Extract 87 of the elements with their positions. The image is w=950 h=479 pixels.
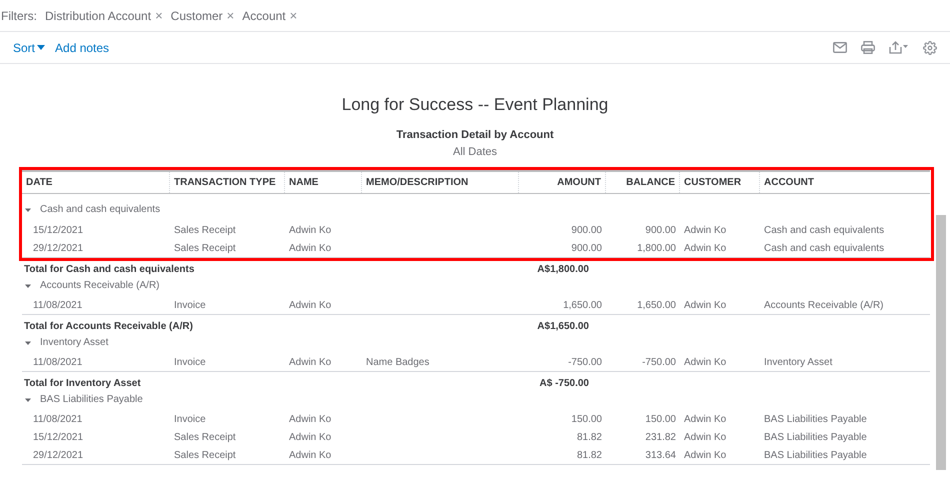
- type-cell-text: Sales Receipt: [174, 242, 236, 256]
- caret-icon[interactable]: [24, 338, 32, 346]
- print-icon[interactable]: [861, 41, 875, 54]
- memo-cell-text: Name Badges: [366, 356, 430, 370]
- customer-cell-text: Adwin Ko: [684, 413, 726, 427]
- balance-cell-text: 1,650.00: [637, 298, 676, 312]
- amount-cell-text: 1,650.00: [563, 298, 602, 312]
- scrollbar[interactable]: [936, 215, 946, 470]
- type-cell-text: Sales Receipt: [174, 431, 236, 445]
- balance-cell-text: 313.64: [645, 448, 676, 462]
- type-cell-text: Invoice: [174, 298, 206, 312]
- name-cell-text: Adwin Ko: [289, 413, 332, 427]
- filter-chip[interactable]: Distribution Account: [45, 6, 152, 24]
- account-cell-text: BAS Liabilities Payable: [764, 448, 867, 462]
- balance-cell-text: 150.00: [645, 413, 676, 427]
- group-total-amount: A$1,800.00: [537, 262, 589, 276]
- date-cell-text: 29/12/2021: [33, 448, 84, 462]
- sort-button[interactable]: Sort: [13, 38, 46, 56]
- column-header[interactable]: BALANCE: [626, 174, 675, 190]
- customer-cell-text: Adwin Ko: [684, 356, 726, 370]
- account-cell-text: BAS Liabilities Payable: [764, 413, 867, 427]
- date-cell-text: 15/12/2021: [33, 224, 84, 238]
- date-cell-text: 11/08/2021: [33, 298, 82, 312]
- company-name: Long for Success -- Event Planning: [342, 94, 608, 116]
- group-total-label: Total for Accounts Receivable (A/R): [24, 320, 193, 332]
- date-cell-text: 11/08/2021: [33, 413, 82, 427]
- account-cell-text: Cash and cash equivalents: [764, 242, 884, 256]
- caret-icon[interactable]: [24, 282, 32, 290]
- account-group-heading: BAS Liabilities Payable: [40, 393, 143, 407]
- amount-cell-text: 150.00: [571, 413, 602, 427]
- amount-cell-text: 900.00: [571, 224, 602, 238]
- account-group-heading: Inventory Asset: [40, 336, 108, 350]
- customer-cell-text: Adwin Ko: [684, 242, 726, 256]
- account-group-heading: Accounts Receivable (A/R): [40, 279, 160, 293]
- column-header[interactable]: DATE: [26, 174, 52, 190]
- account-cell-text: Inventory Asset: [764, 356, 832, 370]
- account-group-heading: Cash and cash equivalents: [40, 203, 160, 217]
- amount-cell-text: 81.82: [576, 431, 602, 445]
- date-cell-text: 15/12/2021: [33, 431, 84, 445]
- type-cell-text: Invoice: [174, 356, 206, 370]
- export-icon[interactable]: [889, 41, 909, 54]
- customer-cell-text: Adwin Ko: [684, 431, 726, 445]
- account-cell-text: Accounts Receivable (A/R): [764, 298, 884, 312]
- email-icon[interactable]: [833, 42, 847, 53]
- name-cell-text: Adwin Ko: [289, 431, 332, 445]
- date-cell-text: 11/08/2021: [33, 356, 82, 370]
- amount-cell-text: 900.00: [571, 242, 602, 256]
- account-cell-text: BAS Liabilities Payable: [764, 431, 867, 445]
- caret-icon: [37, 44, 46, 50]
- settings-icon[interactable]: [923, 40, 937, 54]
- add-notes-button[interactable]: Add notes: [55, 38, 110, 56]
- balance-cell-text: 900.00: [645, 224, 676, 238]
- column-header[interactable]: CUSTOMER: [684, 174, 742, 190]
- type-cell-text: Sales Receipt: [174, 224, 236, 238]
- group-total-label: Total for Cash and cash equivalents: [24, 264, 194, 274]
- caret-icon[interactable]: [24, 396, 32, 404]
- date-cell-text: 29/12/2021: [33, 242, 84, 256]
- group-total-amount: A$1,650.00: [537, 320, 589, 334]
- account-cell-text: Cash and cash equivalents: [764, 224, 884, 238]
- name-cell-text: Adwin Ko: [289, 224, 332, 238]
- name-cell-text: Adwin Ko: [289, 242, 332, 256]
- column-header[interactable]: TRANSACTION TYPE: [174, 174, 276, 190]
- type-cell-text: Invoice: [174, 413, 206, 427]
- column-header[interactable]: NAME: [289, 174, 318, 190]
- customer-cell-text: Adwin Ko: [684, 224, 726, 238]
- report-period: All Dates: [452, 145, 498, 160]
- column-header[interactable]: ACCOUNT: [764, 174, 814, 190]
- group-total-label: Total for Inventory Asset: [24, 378, 141, 388]
- filter-chip[interactable]: Customer: [170, 6, 223, 24]
- filter-chip[interactable]: Account: [242, 6, 286, 24]
- customer-cell-text: Adwin Ko: [684, 298, 726, 312]
- customer-cell-text: Adwin Ko: [684, 448, 726, 462]
- caret-icon[interactable]: [24, 206, 32, 214]
- balance-cell-text: -750.00: [642, 356, 676, 370]
- amount-cell-text: -750.00: [568, 356, 602, 370]
- balance-cell-text: 231.82: [645, 431, 676, 445]
- filters-label: Filters:: [1, 8, 37, 24]
- balance-cell-text: 1,800.00: [637, 242, 676, 256]
- amount-cell-text: 81.82: [576, 448, 602, 462]
- report-title: Transaction Detail by Account: [396, 128, 554, 142]
- column-header[interactable]: AMOUNT: [557, 174, 601, 190]
- name-cell-text: Adwin Ko: [289, 298, 332, 312]
- name-cell-text: Adwin Ko: [289, 356, 332, 370]
- group-total-amount: A$ -750.00: [540, 376, 589, 390]
- type-cell-text: Sales Receipt: [174, 448, 236, 462]
- column-header[interactable]: MEMO/DESCRIPTION: [366, 174, 468, 190]
- name-cell-text: Adwin Ko: [289, 448, 332, 462]
